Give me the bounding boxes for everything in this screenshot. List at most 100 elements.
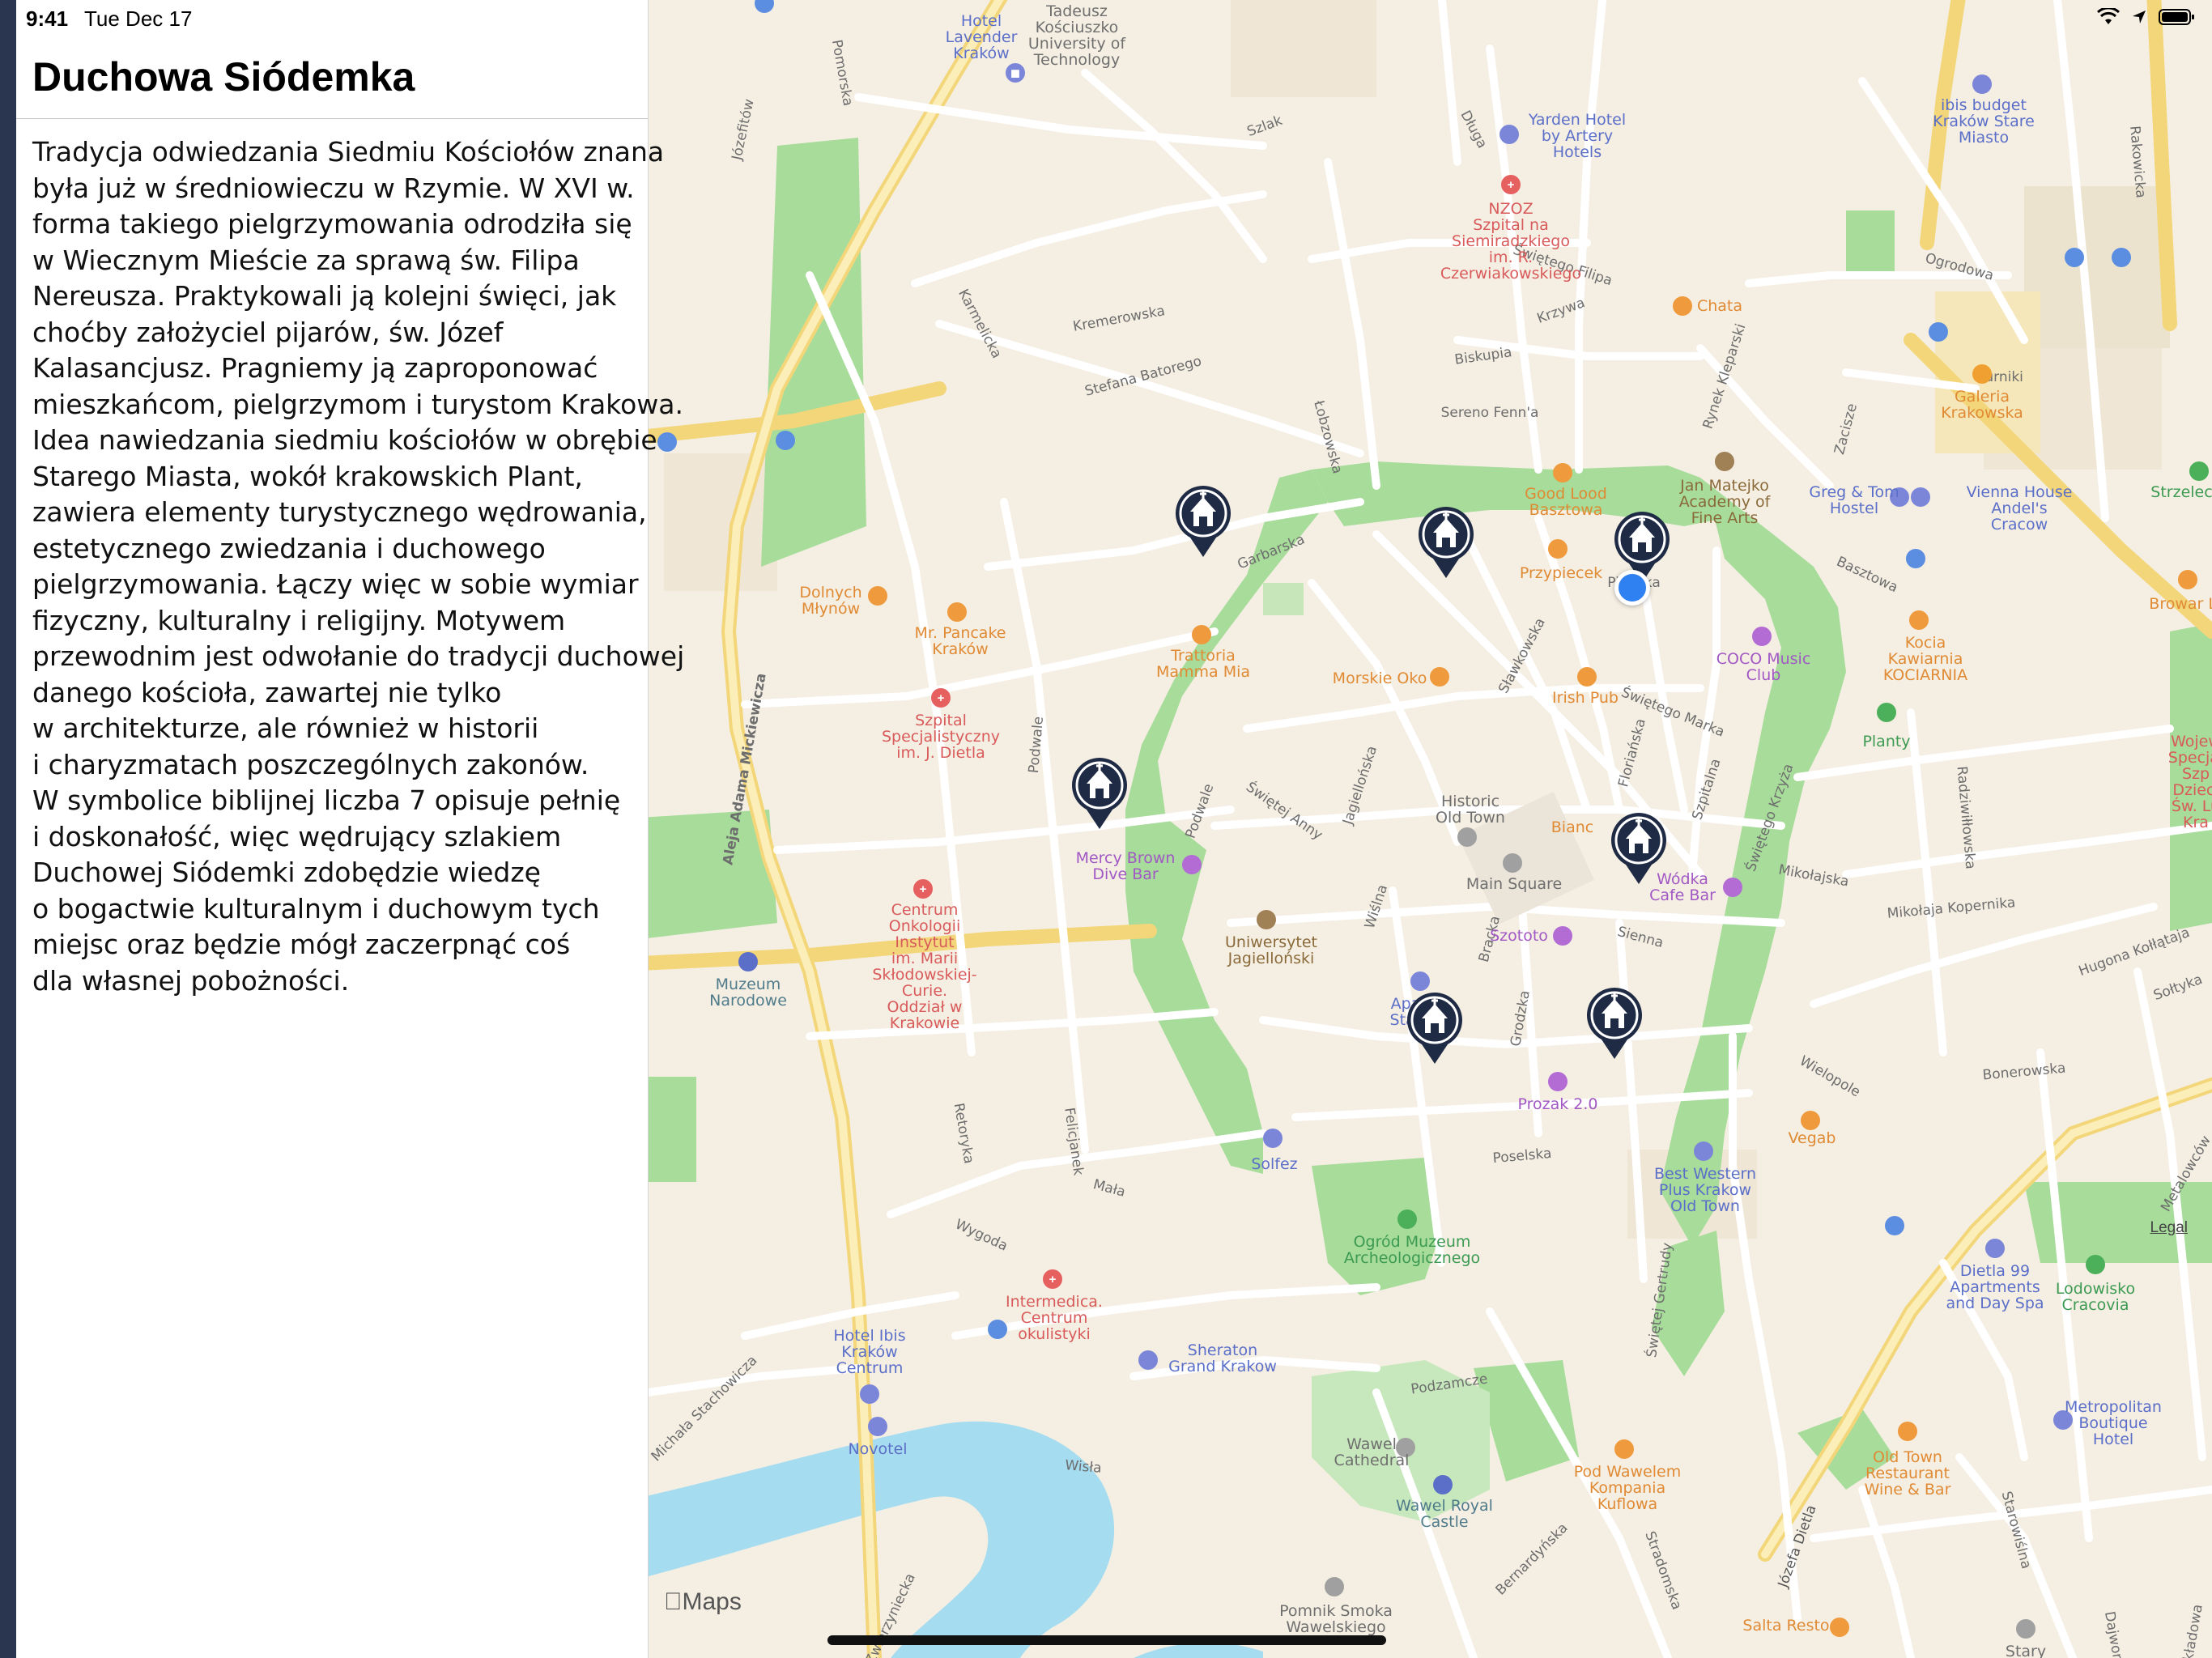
bar-icon[interactable] [1723, 878, 1742, 897]
museum-icon[interactable] [738, 952, 758, 971]
restaurant-icon[interactable] [1548, 539, 1568, 559]
poi-label[interactable]: Best Western Plus Krakow Old Town [1654, 1166, 1756, 1214]
poi-label[interactable]: Centrum Onkologii Instytut im. Marii Skłodow… [872, 902, 976, 1031]
poi-label[interactable]: Hotel Lavender Kraków [946, 13, 1018, 62]
poi-label[interactable]: Chata [1697, 298, 1742, 314]
poi-label[interactable]: Intermedica. Centrum okulistyki [1006, 1294, 1103, 1342]
poi-label[interactable]: Przypiecek [1520, 565, 1602, 581]
restaurant-icon[interactable] [1830, 1618, 1849, 1637]
church-marker[interactable] [1584, 986, 1645, 1061]
poi-label[interactable]: Sheraton Grand Krakow [1168, 1342, 1277, 1375]
poi-label[interactable]: Wawel Royal Castle [1396, 1498, 1493, 1530]
bus-stop-icon[interactable] [1885, 1216, 1904, 1235]
bus-stop-icon[interactable] [1929, 322, 1948, 342]
university-icon[interactable] [1257, 910, 1276, 929]
restaurant-icon[interactable] [1801, 1111, 1820, 1130]
hotel-icon[interactable] [1138, 1350, 1158, 1370]
shopping-icon[interactable] [1972, 364, 1992, 384]
poi-label[interactable]: Historic Old Town [1436, 793, 1505, 826]
poi-label[interactable]: Main Square [1466, 876, 1562, 892]
poi-label[interactable]: Dietla 99 Apartments and Day Spa [1946, 1263, 2044, 1312]
cafe-icon[interactable] [1909, 610, 1929, 630]
bar-icon[interactable] [1553, 926, 1572, 946]
park-icon[interactable] [1397, 1209, 1417, 1229]
poi-label[interactable]: Pod Wawelem Kompania Kuflowa [1574, 1464, 1681, 1512]
landmark-icon[interactable] [2016, 1619, 2035, 1639]
hospital-icon[interactable]: + [913, 879, 933, 899]
poi-label[interactable]: Tadeusz Kościuszko University of Technology [1028, 3, 1125, 68]
poi-label[interactable]: Kocia Kawiarnia KOCIARNIA [1883, 635, 1967, 683]
poi-label[interactable]: COCO Music Club [1716, 651, 1811, 683]
landmark-icon[interactable] [1325, 1577, 1344, 1596]
ice-rink-icon[interactable] [2086, 1255, 2105, 1274]
poi-label[interactable]: Old Town Restaurant Wine & Bar [1865, 1449, 1951, 1498]
poi-label[interactable]: NZOZ Szpital na Siemiradzkiego im. R. Czerwi… [1440, 201, 1581, 282]
poi-label[interactable]: Szototo [1490, 928, 1548, 944]
church-marker[interactable] [1608, 811, 1670, 886]
bar-icon[interactable] [1182, 855, 1202, 874]
hotel-icon[interactable] [860, 1384, 879, 1404]
music-icon[interactable] [1752, 627, 1772, 646]
hotel-icon[interactable] [1410, 971, 1430, 991]
poi-label[interactable]: Dolnych Młynów [799, 585, 861, 617]
home-indicator[interactable] [827, 1635, 1386, 1645]
church-marker[interactable] [1415, 505, 1477, 580]
hotel-icon[interactable] [1263, 1129, 1283, 1148]
hotel-icon[interactable] [1972, 74, 1992, 94]
poi-label[interactable]: Muzeum Narodowe [709, 976, 787, 1009]
poi-label[interactable]: Jan Matejko Academy of Fine Arts [1679, 478, 1771, 526]
hotel-icon[interactable] [868, 1417, 887, 1436]
hotel-icon[interactable] [1985, 1239, 2005, 1258]
poi-label[interactable]: Morskie Oko [1333, 670, 1427, 687]
poi-label[interactable]: Lodowisko Cracovia [2056, 1281, 2135, 1313]
poi-label[interactable]: Yarden Hotel by Artery Hotels [1529, 112, 1626, 160]
poi-label[interactable]: Galeria Krakowska [1941, 389, 2023, 421]
bus-stop-icon[interactable] [657, 432, 677, 452]
poi-label[interactable]: Solfez [1251, 1156, 1297, 1172]
restaurant-icon[interactable] [1898, 1422, 1917, 1441]
poi-label[interactable]: Planty [1862, 733, 1910, 750]
restaurant-icon[interactable] [1673, 296, 1692, 316]
hospital-icon[interactable]: + [1501, 175, 1521, 194]
bus-stop-icon[interactable] [776, 431, 795, 450]
poi-label[interactable]: Pomnik Smoka Wawelskiego [1279, 1603, 1393, 1635]
bus-stop-icon[interactable] [1906, 549, 1925, 568]
bus-stop-icon[interactable] [2112, 248, 2131, 267]
church-marker[interactable] [1404, 991, 1465, 1065]
restaurant-icon[interactable] [1430, 667, 1449, 687]
hotel-icon[interactable]: ◼ [1006, 63, 1025, 83]
school-icon[interactable] [1715, 452, 1734, 471]
poi-label[interactable]: Vegab [1789, 1130, 1836, 1146]
bus-stop-icon[interactable] [988, 1320, 1007, 1339]
bar-icon[interactable] [1548, 1072, 1568, 1091]
square-icon[interactable] [1503, 853, 1522, 873]
restaurant-icon[interactable] [1614, 1439, 1634, 1459]
park-icon[interactable] [1877, 703, 1896, 722]
poi-label[interactable]: Browar Lu [2149, 596, 2212, 612]
poi-label[interactable]: Szpital Specjalistyczny im. J. Dietla [882, 712, 1000, 761]
poi-label[interactable]: Mercy Brown Dive Bar [1076, 850, 1176, 882]
poi-label[interactable]: Mr. Pancake Kraków [915, 625, 1006, 657]
poi-label[interactable]: ibis budget Kraków Stare Miasto [1933, 97, 2035, 146]
poi-label[interactable]: Novotel [848, 1441, 907, 1457]
poi-label[interactable]: Trattoria Mamma Mia [1156, 648, 1250, 680]
poi-label[interactable]: Vienna House Andel's Cracow [1967, 484, 2073, 533]
map-view[interactable]: Pomorska Józefitów Szlak Długa Rakowicka… [648, 0, 2212, 1658]
poi-label[interactable]: Uniwersytet Jagielloński [1225, 934, 1317, 967]
church-marker[interactable] [1172, 484, 1234, 559]
poi-label[interactable]: Bianc [1551, 819, 1593, 835]
poi-label[interactable]: Good Lood Basztowa [1525, 486, 1607, 518]
poi-label[interactable]: Stary [2006, 1643, 2046, 1658]
poi-label[interactable]: Strzeleck [2150, 484, 2212, 500]
hospital-icon[interactable]: + [931, 688, 951, 708]
cafe-icon[interactable] [868, 586, 887, 606]
poi-label[interactable]: Salta Resto [1742, 1618, 1829, 1634]
poi-label[interactable]: Greg & Tom Hostel [1809, 484, 1899, 517]
poi-label[interactable]: Metropolitan Boutique Hotel [2065, 1399, 2162, 1448]
hotel-icon[interactable] [1694, 1141, 1713, 1161]
restaurant-icon[interactable] [1192, 625, 1211, 644]
poi-label[interactable]: Irish Pub [1552, 690, 1619, 706]
tram-stop-icon[interactable] [2065, 248, 2084, 267]
poi-label[interactable]: Prozak 2.0 [1517, 1096, 1597, 1112]
hospital-icon[interactable]: + [1043, 1269, 1062, 1289]
